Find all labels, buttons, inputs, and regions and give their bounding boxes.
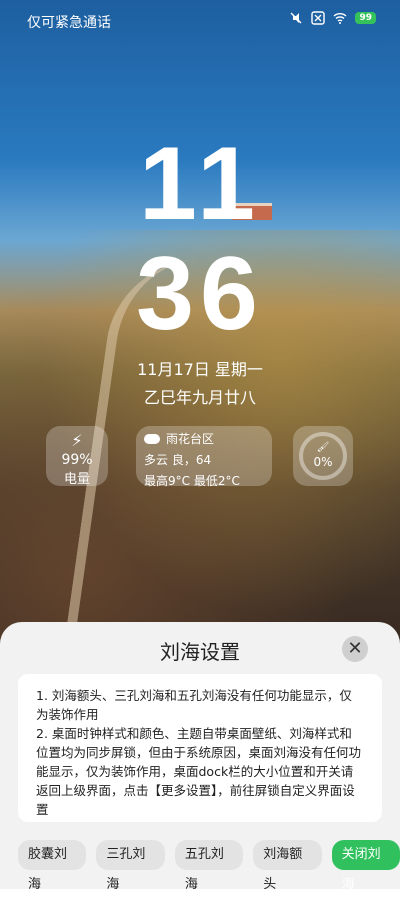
lunar-date-line: 乙巳年九月廿八 bbox=[143, 388, 256, 407]
cleanup-widget[interactable]: 🖌 0% bbox=[293, 426, 353, 486]
notch-settings-sheet: 刘海设置 ✕ 1. 刘海额头、三孔刘海和五孔刘海没有任何功能显示，仅为装饰作用 … bbox=[0, 622, 400, 892]
sheet-title: 刘海设置 bbox=[160, 640, 240, 664]
close-button[interactable]: ✕ bbox=[342, 636, 368, 662]
bolt-icon: ⚡ bbox=[71, 431, 83, 450]
note-1: 1. 刘海额头、三孔刘海和五孔刘海没有任何功能显示，仅为装饰作用 bbox=[36, 688, 352, 722]
status-icons: 99 bbox=[289, 11, 376, 25]
battery-percent: 99% bbox=[61, 452, 93, 468]
capsule-notch-button[interactable]: 胶囊刘海 bbox=[18, 840, 87, 892]
battery-icon: 99 bbox=[355, 12, 376, 24]
close-icon: ✕ bbox=[347, 638, 363, 659]
three-hole-notch-button[interactable]: 三孔刘海 bbox=[96, 840, 165, 892]
progress-ring: 🖌 0% bbox=[299, 432, 347, 480]
battery-widget[interactable]: ⚡ 99% 电量 bbox=[46, 426, 108, 487]
no-sim-icon bbox=[311, 11, 326, 25]
cloud-icon bbox=[144, 433, 160, 444]
ring-percent: 0% bbox=[313, 455, 333, 469]
weather-location: 雨花台区 bbox=[166, 432, 215, 446]
mute-icon bbox=[290, 12, 302, 24]
weather-temps: 最高9°C 最低2°C bbox=[144, 474, 240, 488]
carrier-text: 仅可紧急通话 bbox=[27, 15, 111, 31]
notch-forehead-button[interactable]: 刘海额头 bbox=[253, 840, 322, 892]
clock-hour: 11 bbox=[139, 126, 261, 242]
weather-widget[interactable]: 雨花台区 多云 良，64 最高9°C 最低2°C bbox=[136, 426, 272, 488]
date-line: 11月17日 星期一 bbox=[137, 360, 263, 379]
close-notch-button[interactable]: 关闭刘海 bbox=[331, 840, 400, 892]
five-hole-notch-button[interactable]: 五孔刘海 bbox=[174, 840, 244, 892]
battery-label: 电量 bbox=[63, 472, 90, 487]
wifi-icon bbox=[334, 13, 347, 24]
weather-condition: 多云 良，64 bbox=[144, 453, 212, 467]
clock-minute: 36 bbox=[136, 236, 264, 352]
notch-options: 胶囊刘海 三孔刘海 五孔刘海 刘海额头 关闭刘海 bbox=[18, 840, 400, 892]
note-2: 2. 桌面时钟样式和颜色、主题自带桌面壁纸、刘海样式和位置均为同步屏锁，但由于系… bbox=[36, 726, 362, 817]
info-card: 1. 刘海额头、三孔刘海和五孔刘海没有任何功能显示，仅为装饰作用 2. 桌面时钟… bbox=[18, 674, 382, 822]
brush-icon: 🖌 bbox=[316, 442, 330, 453]
status-bar: 仅可紧急通话 99 bbox=[0, 0, 400, 40]
